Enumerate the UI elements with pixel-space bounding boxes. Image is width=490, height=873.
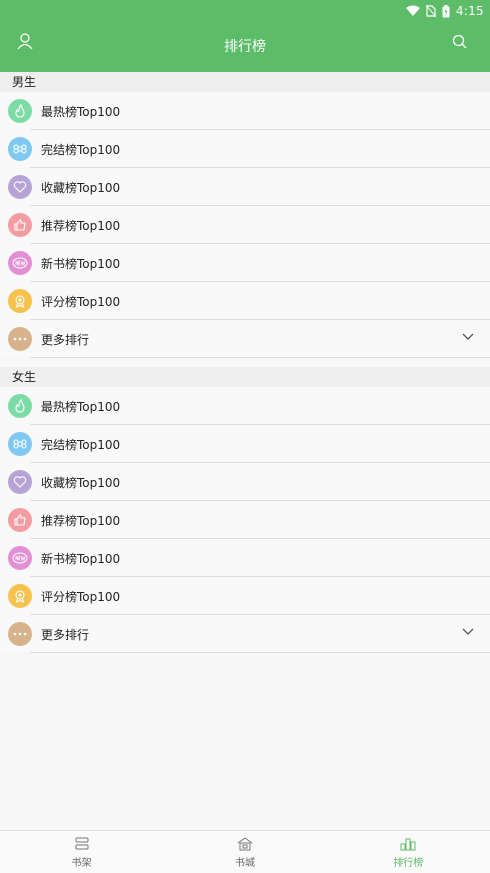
search-icon — [452, 34, 466, 48]
thumbs-up-icon — [8, 213, 32, 237]
bookstore-icon — [237, 836, 253, 850]
rank-item-label: 完结榜Top100 — [41, 437, 121, 452]
rank-item-label: 推荐榜Top100 — [41, 218, 121, 233]
rank-item-label: 最热榜Top100 — [41, 104, 121, 119]
more-dots-icon — [8, 327, 32, 351]
rank-item-label: 完结榜Top100 — [41, 142, 121, 157]
section-header-male: 男生 — [0, 72, 490, 92]
rank-item-finished[interactable]: 完结榜Top100 — [0, 130, 490, 168]
chevron-down-icon[interactable] — [462, 628, 474, 636]
rank-item-favorite[interactable]: 收藏榜Top100 — [0, 168, 490, 206]
rank-item-more[interactable]: 更多排行 — [0, 615, 490, 653]
new-badge-icon — [8, 251, 32, 275]
bottom-nav: 书架 书城 排行榜 — [0, 830, 490, 873]
rank-item-label: 收藏榜Top100 — [41, 475, 121, 490]
more-dots-icon — [8, 622, 32, 646]
rank-item-new[interactable]: 新书榜Top100 — [0, 244, 490, 282]
rank-item-label: 推荐榜Top100 — [41, 513, 121, 528]
page-title: 排行榜 — [224, 39, 266, 55]
rank-item-label: 新书榜Top100 — [41, 551, 121, 566]
award-icon — [8, 584, 32, 608]
rank-item-label: 最热榜Top100 — [41, 399, 121, 414]
command-icon — [8, 432, 32, 456]
tab-ranking[interactable]: 排行榜 — [327, 831, 490, 873]
rank-item-new[interactable]: 新书榜Top100 — [0, 539, 490, 577]
rank-item-favorite[interactable]: 收藏榜Top100 — [0, 463, 490, 501]
rank-item-finished[interactable]: 完结榜Top100 — [0, 425, 490, 463]
bookshelf-icon — [75, 837, 89, 849]
battery-icon — [442, 4, 450, 17]
wifi-icon — [405, 5, 420, 16]
rank-item-hot[interactable]: 最热榜Top100 — [0, 387, 490, 425]
ranking-icon — [400, 838, 416, 850]
rank-item-label: 评分榜Top100 — [41, 294, 121, 309]
heart-icon — [8, 175, 32, 199]
tab-label: 书城 — [234, 857, 255, 869]
ranking-list: 男生 最热榜Top100 完结榜Top100 收藏榜Top100 推荐榜Top1… — [0, 72, 490, 653]
rank-item-rating[interactable]: 评分榜Top100 — [0, 577, 490, 615]
tab-bookstore[interactable]: 书城 — [163, 831, 326, 873]
rank-item-recommend[interactable]: 推荐榜Top100 — [0, 501, 490, 539]
status-bar: 4:15 — [405, 3, 484, 19]
award-icon — [8, 289, 32, 313]
status-time: 4:15 — [455, 4, 484, 18]
rank-item-label: 收藏榜Top100 — [41, 180, 121, 195]
rank-item-rating[interactable]: 评分榜Top100 — [0, 282, 490, 320]
fire-icon — [8, 99, 32, 123]
fire-icon — [8, 394, 32, 418]
rank-item-label: 更多排行 — [41, 332, 90, 347]
chevron-down-icon[interactable] — [462, 333, 474, 341]
rank-item-hot[interactable]: 最热榜Top100 — [0, 92, 490, 130]
section-header-female: 女生 — [0, 367, 490, 387]
no-sim-icon — [425, 5, 436, 17]
app-bar: 4:15 排行榜 — [0, 0, 490, 72]
tab-label: 书架 — [71, 857, 92, 869]
heart-icon — [8, 470, 32, 494]
rank-item-label: 评分榜Top100 — [41, 589, 121, 604]
rank-item-label: 更多排行 — [41, 627, 90, 642]
command-icon — [8, 137, 32, 161]
rank-item-more[interactable]: 更多排行 — [0, 320, 490, 358]
new-badge-icon — [8, 546, 32, 570]
rank-item-recommend[interactable]: 推荐榜Top100 — [0, 206, 490, 244]
rank-item-label: 新书榜Top100 — [41, 256, 121, 271]
tab-bookshelf[interactable]: 书架 — [0, 831, 163, 873]
search-button[interactable] — [448, 30, 470, 52]
tab-label: 排行榜 — [393, 857, 424, 869]
thumbs-up-icon — [8, 508, 32, 532]
